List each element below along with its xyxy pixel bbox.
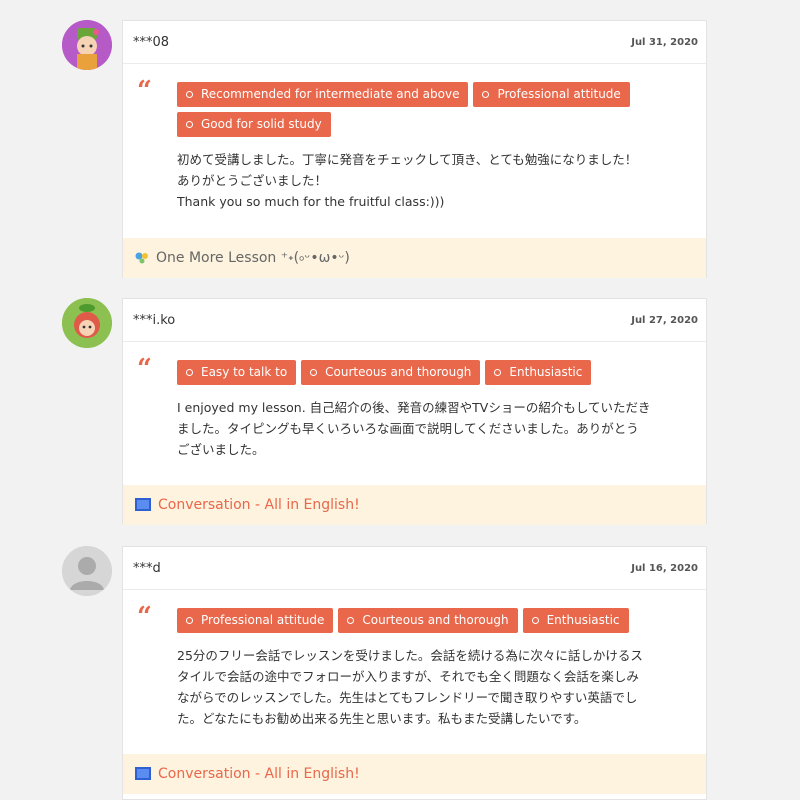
tag-list: Easy to talk to Courteous and thorough E… bbox=[177, 360, 688, 385]
review-body: “ Recommended for intermediate and above… bbox=[123, 64, 706, 238]
quote-icon: “ bbox=[137, 354, 152, 384]
review-tag: Enthusiastic bbox=[522, 608, 629, 633]
review-date: Jul 16, 2020 bbox=[631, 562, 698, 574]
review-tag: Easy to talk to bbox=[177, 360, 297, 385]
reviewer-name: ***i.ko bbox=[133, 312, 176, 328]
course-name[interactable]: One More Lesson ⁺˖(৹ᵕ•ω•ᵕ) bbox=[156, 246, 350, 270]
circle-icon bbox=[310, 368, 318, 376]
circle-icon bbox=[347, 616, 355, 624]
review-card: ***d Jul 16, 2020 “ Professional attitud… bbox=[122, 546, 707, 800]
girl-with-green-hat-avatar-icon bbox=[62, 20, 112, 70]
review-tag: Recommended for intermediate and above bbox=[177, 82, 469, 107]
review-tag: Professional attitude bbox=[177, 608, 334, 633]
monitor-icon bbox=[135, 767, 151, 780]
review-tag: Courteous and thorough bbox=[301, 360, 481, 385]
tag-list: Recommended for intermediate and above P… bbox=[177, 82, 688, 137]
circle-icon bbox=[186, 90, 193, 98]
colored-dots-icon bbox=[135, 252, 148, 264]
course-name[interactable]: Conversation - All in English! bbox=[158, 497, 360, 513]
default-user-avatar-icon bbox=[62, 546, 112, 596]
review-header: ***08 Jul 31, 2020 bbox=[123, 21, 706, 64]
quote-icon: “ bbox=[137, 602, 152, 632]
review-comment: 初めて受講しました。丁寧に発音をチェックして頂き、とても勉強になりました！ あり… bbox=[177, 152, 638, 209]
tag-list: Professional attitude Courteous and thor… bbox=[177, 608, 688, 633]
quote-icon: “ bbox=[137, 76, 152, 106]
review-date: Jul 27, 2020 bbox=[631, 314, 698, 326]
circle-icon bbox=[186, 368, 193, 376]
course-link[interactable]: Conversation - All in English! bbox=[123, 485, 706, 525]
review-tag: Good for solid study bbox=[177, 112, 331, 137]
circle-icon bbox=[482, 90, 490, 98]
review-header: ***i.ko Jul 27, 2020 bbox=[123, 299, 706, 342]
reviewer-name: ***d bbox=[133, 560, 161, 576]
course-link[interactable]: Conversation - All in English! bbox=[123, 754, 706, 794]
review-date: Jul 31, 2020 bbox=[631, 36, 698, 48]
monitor-icon bbox=[135, 498, 151, 511]
reviewer-name: ***08 bbox=[133, 34, 170, 50]
avatar[interactable] bbox=[62, 546, 112, 596]
review-header: ***d Jul 16, 2020 bbox=[123, 547, 706, 590]
review-comment: 25分のフリー会話でレッスンを受けました。会話を続ける為に次々に話しかけるス タ… bbox=[177, 648, 643, 726]
review-tag: Courteous and thorough bbox=[338, 608, 518, 633]
avatar[interactable] bbox=[62, 298, 112, 348]
course-name[interactable]: Conversation - All in English! bbox=[158, 766, 360, 782]
review-card: ***08 Jul 31, 2020 “ Recommended for int… bbox=[122, 20, 707, 278]
review-card: ***i.ko Jul 27, 2020 “ Easy to talk to C… bbox=[122, 298, 707, 525]
circle-icon bbox=[186, 120, 193, 128]
review-tag: Professional attitude bbox=[473, 82, 630, 107]
review-body: “ Easy to talk to Courteous and thorough… bbox=[123, 342, 706, 485]
circle-icon bbox=[494, 368, 502, 376]
review-body: “ Professional attitude Courteous and th… bbox=[123, 590, 706, 754]
course-link[interactable]: One More Lesson ⁺˖(৹ᵕ•ω•ᵕ) bbox=[123, 238, 706, 278]
avatar[interactable] bbox=[62, 20, 112, 70]
apple-character-avatar-icon bbox=[62, 298, 112, 348]
circle-icon bbox=[186, 616, 193, 624]
review-comment: I enjoyed my lesson. 自己紹介の後、発音の練習やTVショーの… bbox=[177, 400, 651, 457]
circle-icon bbox=[531, 616, 539, 624]
review-tag: Enthusiastic bbox=[485, 360, 592, 385]
